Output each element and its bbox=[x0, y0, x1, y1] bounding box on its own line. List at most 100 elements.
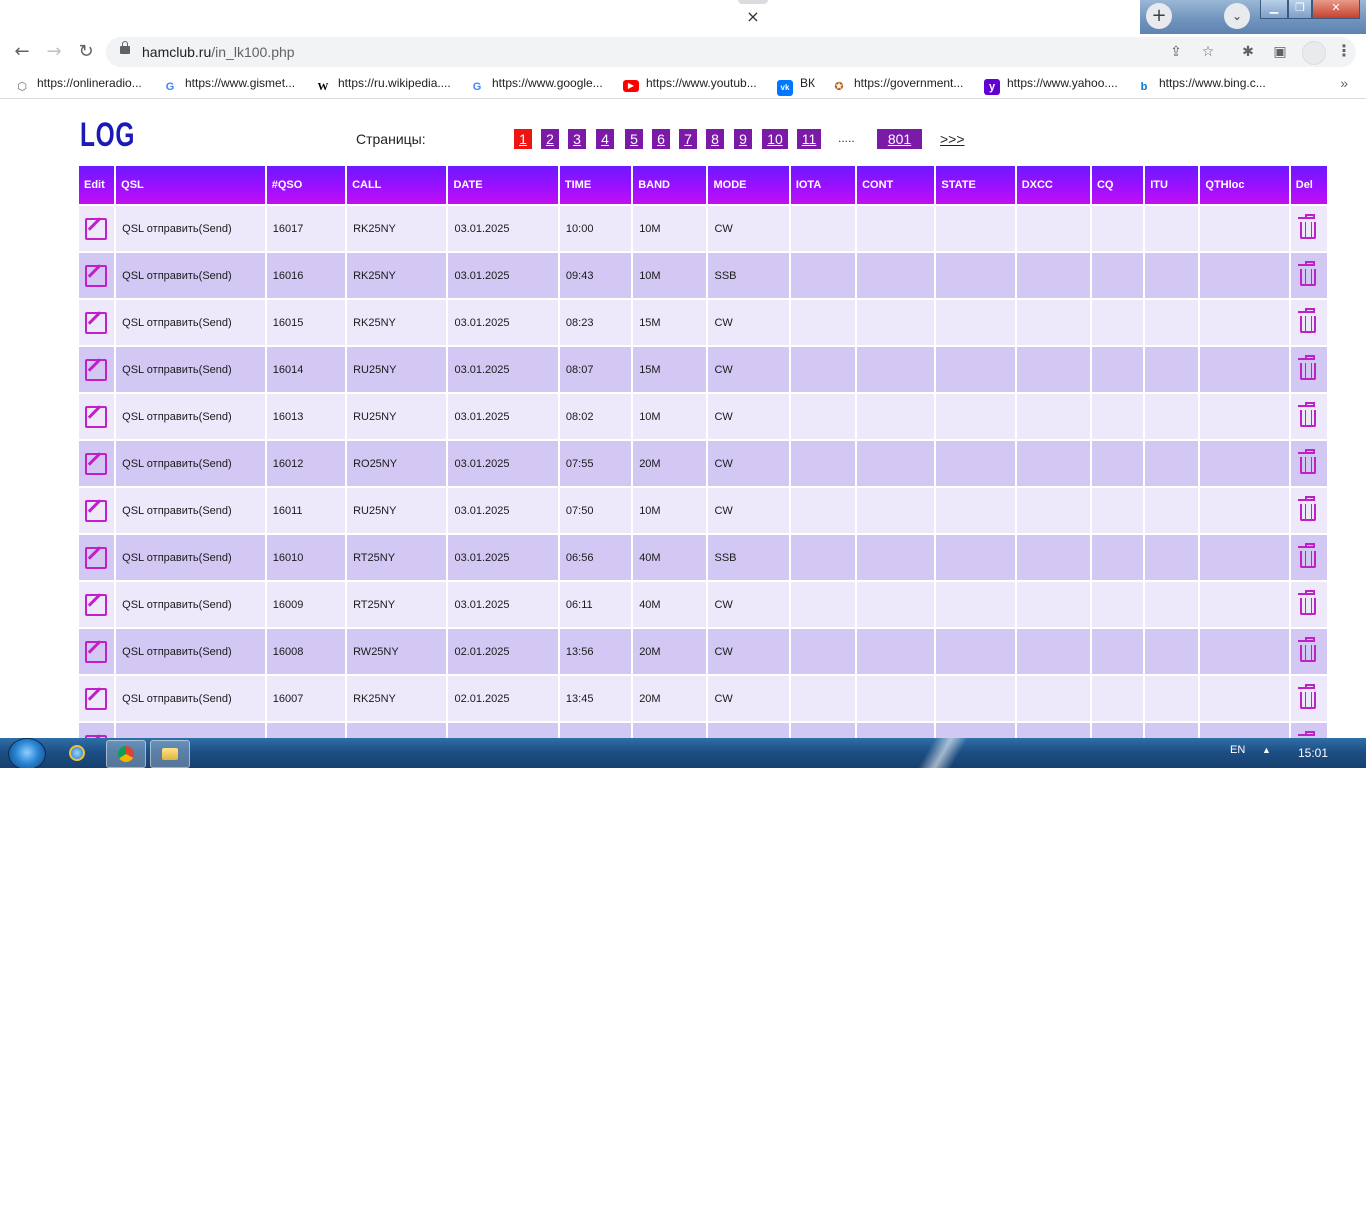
edit-icon[interactable] bbox=[85, 264, 108, 287]
cell-empty bbox=[857, 298, 935, 345]
bookmark-item[interactable]: vk ВК bbox=[777, 76, 815, 96]
cell-empty bbox=[1145, 439, 1199, 486]
cell-qsl[interactable]: QSL отправить(Send) bbox=[116, 298, 265, 345]
cell-qsl[interactable]: QSL отправить(Send) bbox=[116, 204, 265, 251]
reload-button[interactable]: ↻ bbox=[74, 40, 98, 64]
page-link-2[interactable]: 2 bbox=[541, 129, 559, 149]
cell-qsl[interactable]: QSL отправить(Send) bbox=[116, 533, 265, 580]
page-link-11[interactable]: 11 bbox=[797, 129, 821, 149]
trash-icon[interactable] bbox=[1298, 590, 1317, 615]
address-bar[interactable]: hamclub.ru/in_lk100.php ⇪ ☆ bbox=[106, 37, 1356, 67]
language-indicator[interactable]: EN bbox=[1230, 744, 1245, 756]
bookmark-item[interactable]: ✪ https://government... bbox=[831, 76, 963, 94]
page-link-8[interactable]: 8 bbox=[706, 129, 724, 149]
edit-icon[interactable] bbox=[85, 593, 108, 616]
bookmark-item[interactable]: b https://www.bing.c... bbox=[1136, 76, 1266, 94]
clock[interactable]: 15:01 bbox=[1298, 746, 1328, 760]
page-link-6[interactable]: 6 bbox=[652, 129, 670, 149]
cell-call: RK25NY bbox=[347, 298, 447, 345]
trash-icon[interactable] bbox=[1298, 214, 1317, 239]
cube-icon: ⬡ bbox=[17, 81, 27, 93]
col-header: Edit bbox=[79, 166, 115, 204]
trash-icon[interactable] bbox=[1298, 449, 1317, 474]
next-pages-link[interactable]: >>> bbox=[940, 131, 965, 147]
bookmarks-more-icon[interactable]: » bbox=[1340, 75, 1348, 91]
side-panel-icon[interactable]: ▣ bbox=[1270, 42, 1290, 62]
cell-qsl[interactable]: QSL отправить(Send) bbox=[116, 627, 265, 674]
cell-band: 10M bbox=[633, 204, 707, 251]
back-button[interactable]: ← bbox=[10, 40, 34, 64]
edit-icon[interactable] bbox=[85, 452, 108, 475]
cell-qsl[interactable]: QSL отправить(Send) bbox=[116, 674, 265, 721]
edit-icon[interactable] bbox=[85, 687, 108, 710]
new-tab-button[interactable]: + bbox=[1146, 3, 1172, 29]
edit-icon[interactable] bbox=[85, 311, 108, 334]
cell-empty bbox=[790, 674, 856, 721]
trash-icon[interactable] bbox=[1298, 261, 1317, 286]
trash-icon[interactable] bbox=[1298, 402, 1317, 427]
cell-qsl[interactable]: QSL отправить(Send) bbox=[116, 392, 265, 439]
cell-qsl[interactable]: QSL отправить(Send) bbox=[116, 486, 265, 533]
tab-search-button[interactable]: ⌄ bbox=[1224, 3, 1250, 29]
bookmark-item[interactable]: ⬡ https://onlineradio... bbox=[14, 76, 142, 94]
trash-icon[interactable] bbox=[1298, 308, 1317, 333]
cell-call: RT25NY bbox=[347, 533, 447, 580]
cell-qso: 16010 bbox=[266, 533, 346, 580]
page-link-10[interactable]: 10 bbox=[762, 129, 788, 149]
taskbar-chrome[interactable] bbox=[106, 740, 146, 768]
taskbar-ie[interactable] bbox=[58, 740, 96, 766]
tab-close-button[interactable]: × bbox=[744, 8, 762, 26]
edit-icon[interactable] bbox=[85, 546, 108, 569]
cell-empty bbox=[1016, 439, 1090, 486]
bookmark-star-icon[interactable]: ☆ bbox=[1198, 42, 1218, 62]
extensions-icon[interactable]: ✱ bbox=[1238, 42, 1258, 62]
tab-edge bbox=[738, 0, 768, 4]
bookmark-label: https://www.gismet... bbox=[185, 76, 296, 90]
trash-icon[interactable] bbox=[1298, 496, 1317, 521]
bookmark-item[interactable]: Ghttps://www.gismet... bbox=[162, 76, 295, 94]
lock-icon[interactable] bbox=[120, 41, 130, 54]
bookmark-item[interactable]: y https://www.yahoo.... bbox=[984, 76, 1118, 95]
edit-icon[interactable] bbox=[85, 405, 108, 428]
cell-qsl[interactable]: QSL отправить(Send) bbox=[116, 345, 265, 392]
page-link-9[interactable]: 9 bbox=[734, 129, 752, 149]
page-link-1[interactable]: 1 bbox=[514, 129, 532, 149]
page-link-4[interactable]: 4 bbox=[596, 129, 614, 149]
profile-avatar-icon[interactable] bbox=[1302, 41, 1326, 65]
trash-icon[interactable] bbox=[1298, 355, 1317, 380]
cell-empty bbox=[936, 627, 1015, 674]
cell-qsl[interactable]: QSL отправить(Send) bbox=[116, 439, 265, 486]
trash-icon[interactable] bbox=[1298, 637, 1317, 662]
tray-expand-icon[interactable]: ▲ bbox=[1262, 745, 1271, 755]
maximize-button[interactable]: ❐ bbox=[1288, 0, 1312, 19]
trash-icon[interactable] bbox=[1298, 543, 1317, 568]
page-link-3[interactable]: 3 bbox=[568, 129, 586, 149]
minimize-button[interactable]: ▁ bbox=[1260, 0, 1288, 19]
share-icon[interactable]: ⇪ bbox=[1166, 42, 1186, 62]
edit-icon[interactable] bbox=[85, 217, 108, 240]
cell-qsl[interactable]: QSL отправить(Send) bbox=[116, 580, 265, 627]
taskbar-explorer[interactable] bbox=[150, 740, 190, 768]
edit-icon[interactable] bbox=[85, 358, 108, 381]
page-link-7[interactable]: 7 bbox=[679, 129, 697, 149]
cell-qsl[interactable]: QSL отправить(Send) bbox=[116, 251, 265, 298]
cell-empty bbox=[1145, 204, 1199, 251]
cell-time: 10:00 bbox=[559, 204, 632, 251]
edit-icon[interactable] bbox=[85, 499, 108, 522]
bookmark-item[interactable]: Ghttps://www.google... bbox=[469, 76, 603, 94]
edit-icon[interactable] bbox=[85, 640, 108, 663]
bookmark-item[interactable]: Whttps://ru.wikipedia.... bbox=[315, 76, 451, 94]
page-link-last[interactable]: 801 bbox=[877, 129, 922, 149]
cell-empty bbox=[1016, 345, 1090, 392]
start-button[interactable] bbox=[8, 738, 46, 768]
close-window-button[interactable]: ✕ bbox=[1312, 0, 1360, 19]
trash-icon[interactable] bbox=[1298, 684, 1317, 709]
cell-band: 20M bbox=[633, 674, 707, 721]
bookmark-item[interactable]: ▶ https://www.youtub... bbox=[623, 76, 757, 94]
url-text[interactable]: hamclub.ru/in_lk100.php bbox=[142, 44, 295, 60]
cell-empty bbox=[936, 486, 1015, 533]
cell-call: RU25NY bbox=[347, 345, 447, 392]
browser-menu-icon[interactable]: ⋮ bbox=[1336, 40, 1352, 64]
forward-button[interactable]: → bbox=[42, 40, 66, 64]
page-link-5[interactable]: 5 bbox=[625, 129, 643, 149]
